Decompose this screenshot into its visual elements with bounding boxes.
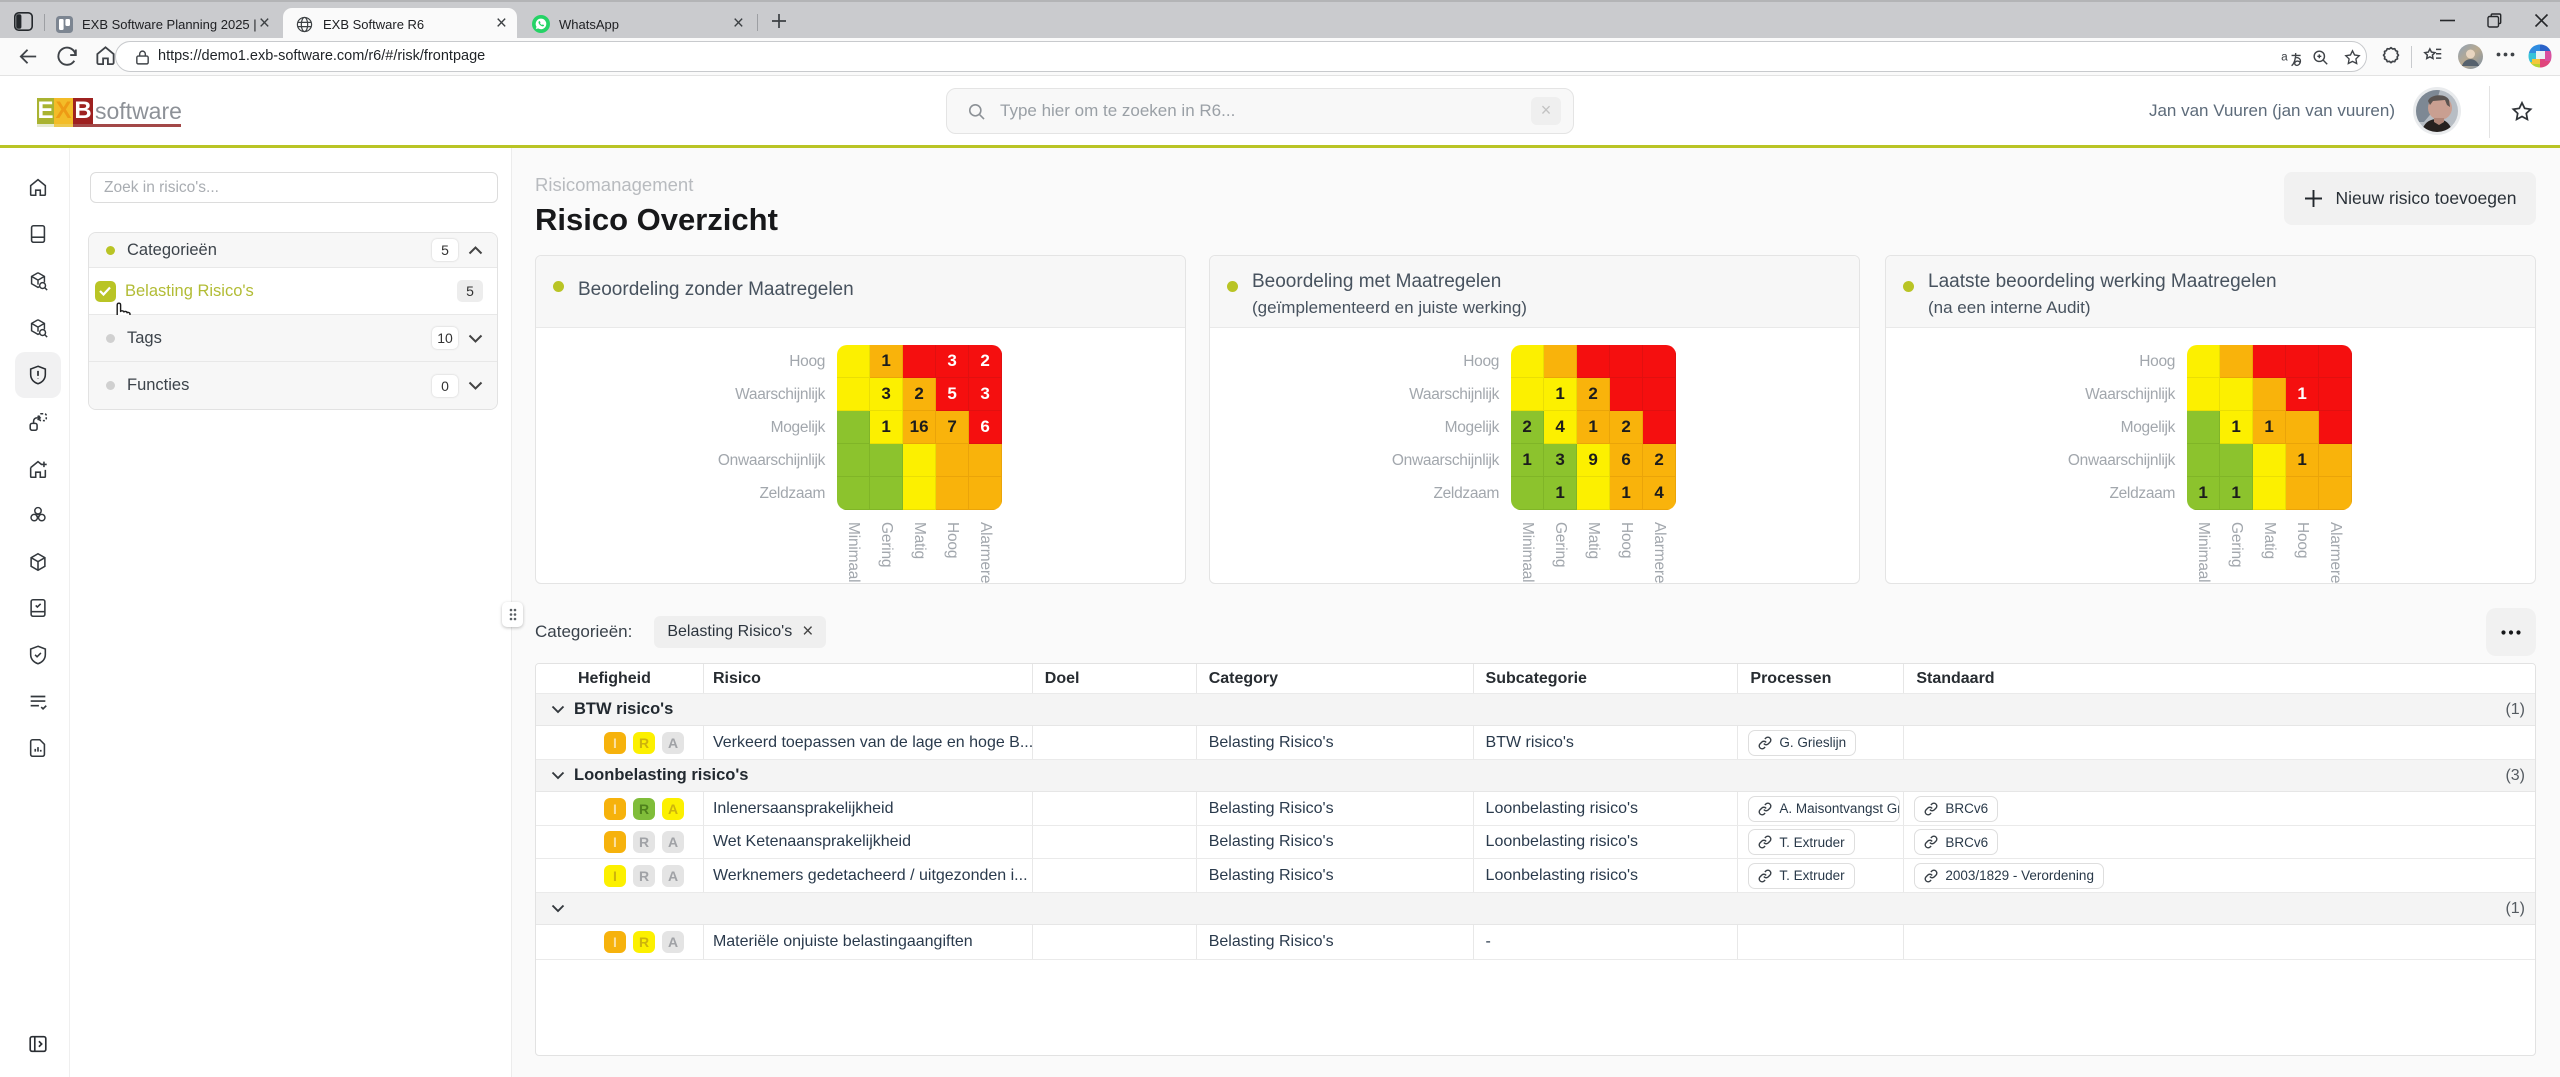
svg-text:a: a bbox=[2281, 50, 2288, 64]
